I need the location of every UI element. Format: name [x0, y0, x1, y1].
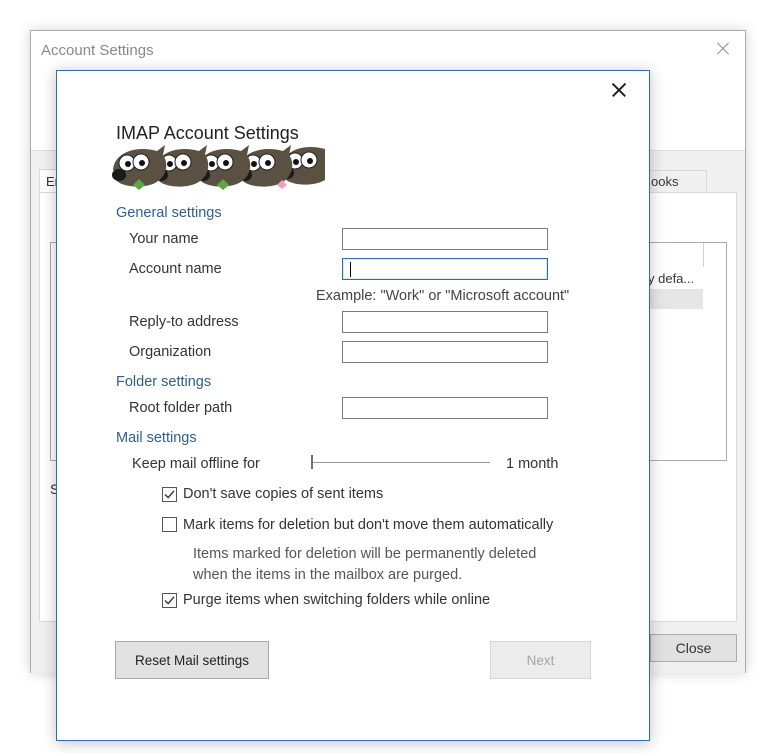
root-folder-label: Root folder path — [129, 400, 233, 416]
organization-field[interactable] — [342, 341, 548, 363]
purge-switching-checkbox[interactable] — [162, 593, 177, 608]
keep-offline-slider[interactable] — [312, 462, 490, 463]
your-name-label: Your name — [129, 231, 199, 247]
section-general-settings: General settings — [116, 205, 222, 221]
keep-offline-value: 1 month — [506, 456, 559, 472]
imap-account-settings-dialog: IMAP Account Settings General settings Y… — [56, 70, 650, 741]
window-title: Account Settings — [41, 42, 154, 59]
close-icon[interactable] — [610, 81, 628, 99]
slider-thumb[interactable] — [311, 455, 313, 469]
root-folder-field[interactable] — [342, 397, 548, 419]
list-item[interactable]: y defa... — [648, 271, 694, 286]
purge-switching-label[interactable]: Purge items when switching folders while… — [183, 592, 490, 608]
deletion-note-line2: when the items in the mailbox are purged… — [193, 567, 463, 583]
reply-to-field[interactable] — [342, 311, 548, 333]
root-folder-input[interactable] — [343, 398, 547, 418]
organization-input[interactable] — [343, 342, 547, 362]
reply-to-input[interactable] — [343, 312, 547, 332]
close-button[interactable]: Close — [650, 634, 737, 662]
dont-save-sent-label[interactable]: Don't save copies of sent items — [183, 486, 383, 502]
section-folder-settings: Folder settings — [116, 374, 212, 390]
tab-address-books[interactable]: ooks — [649, 170, 707, 194]
account-name-field[interactable] — [342, 258, 548, 280]
account-name-label: Account name — [129, 261, 222, 277]
account-name-input[interactable] — [343, 259, 547, 279]
next-button[interactable]: Next — [490, 641, 591, 679]
mark-for-deletion-label[interactable]: Mark items for deletion but don't move t… — [183, 517, 553, 533]
selected-row[interactable] — [645, 289, 703, 309]
keep-offline-label: Keep mail offline for — [132, 456, 260, 472]
organization-label: Organization — [129, 344, 212, 360]
checkmark-icon — [164, 596, 175, 605]
column-divider — [703, 243, 704, 267]
deletion-note-line1: Items marked for deletion will be perman… — [193, 546, 537, 562]
section-mail-settings: Mail settings — [116, 430, 197, 446]
text-caret — [350, 262, 351, 277]
tab-label: ooks — [651, 174, 679, 189]
mark-for-deletion-checkbox[interactable] — [162, 517, 177, 532]
dont-save-sent-checkbox[interactable] — [162, 487, 177, 502]
reset-mail-settings-button[interactable]: Reset Mail settings — [115, 641, 269, 679]
your-name-input[interactable] — [343, 229, 547, 249]
reply-to-label: Reply-to address — [129, 314, 239, 330]
your-name-field[interactable] — [342, 228, 548, 250]
checkmark-icon — [164, 490, 175, 499]
account-name-hint: Example: "Work" or "Microsoft account" — [316, 288, 570, 304]
gimp-mascot-icon — [111, 142, 325, 190]
close-icon[interactable] — [714, 40, 732, 58]
